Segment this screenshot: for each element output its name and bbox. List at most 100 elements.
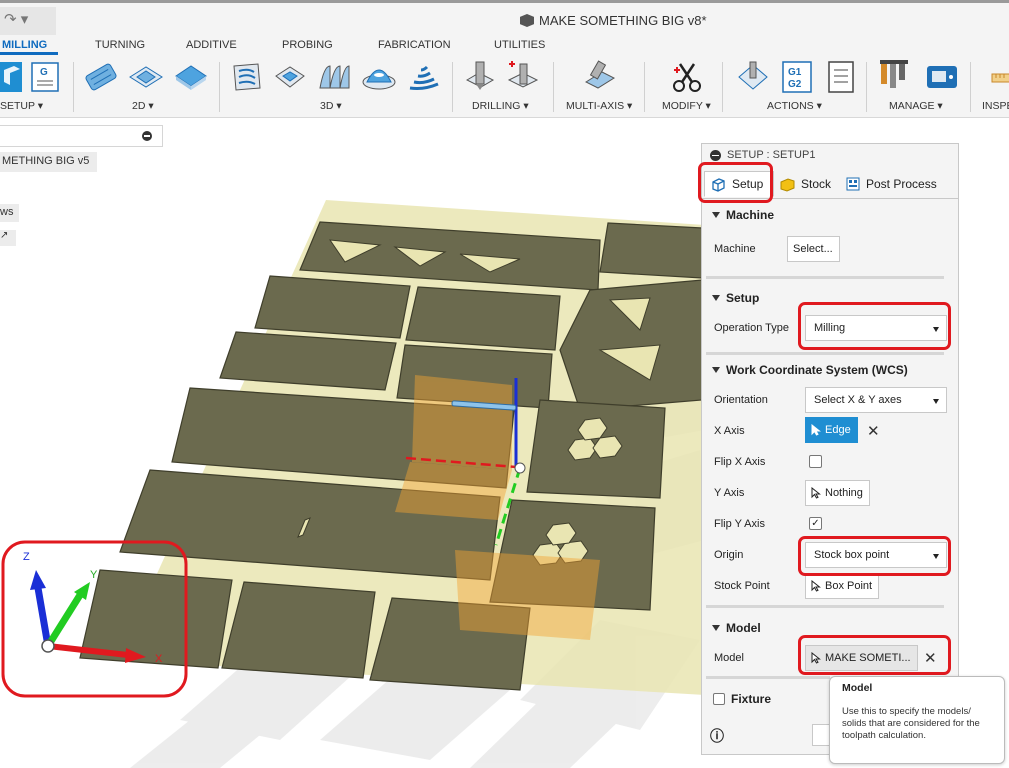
3d-parallel-icon[interactable]	[316, 60, 352, 94]
tab-utilities[interactable]: UTILITIES	[494, 39, 545, 51]
part-panel	[405, 286, 561, 351]
section-divider	[706, 276, 944, 279]
machine-header-text: Machine	[726, 208, 775, 222]
info-icon[interactable]: ⓘ	[710, 726, 724, 746]
svg-text:G2: G2	[788, 79, 802, 90]
fixture-section-header[interactable]: Fixture	[713, 692, 771, 706]
manage-group-label[interactable]: MANAGE ▾	[889, 100, 943, 112]
document-cube-icon	[520, 14, 534, 27]
setup-group-label[interactable]: SETUP ▾	[0, 100, 43, 112]
actions-group-label[interactable]: ACTIONS ▾	[767, 100, 822, 112]
2d-pocket-icon[interactable]	[128, 60, 164, 94]
y-axis-value: Nothing	[825, 487, 863, 499]
model-section-header[interactable]: Model	[712, 621, 761, 635]
tab-turning[interactable]: TURNING	[95, 39, 145, 51]
machine-select-button[interactable]: Select...	[787, 236, 840, 262]
ribbon-separator	[219, 62, 220, 112]
3d-contour-icon[interactable]	[361, 60, 397, 94]
tab-fabrication[interactable]: FABRICATION	[378, 39, 451, 51]
triad-x-label: X	[155, 653, 163, 665]
multi-axis-icon[interactable]	[580, 60, 618, 94]
ribbon-separator	[722, 62, 723, 112]
x-axis-selection-button[interactable]: Edge	[805, 417, 858, 443]
setup-header-text: Setup	[726, 291, 760, 305]
inspect-group-label[interactable]: INSPE	[982, 100, 1009, 112]
2d-group-label[interactable]: 2D ▾	[132, 100, 154, 112]
flip-y-checkbox[interactable]: ✓	[809, 517, 822, 530]
tab-post-process[interactable]: Post Process	[840, 171, 943, 197]
scissors-icon[interactable]	[670, 60, 704, 94]
browser-named-views[interactable]: ws	[0, 204, 20, 222]
ribbon-separator	[866, 62, 867, 112]
orientation-label: Orientation	[714, 394, 768, 406]
machine-section-header[interactable]: Machine	[712, 208, 774, 222]
triad-z-label: Z	[23, 551, 30, 563]
dialog-title-text: SETUP : SETUP1	[727, 149, 816, 161]
multi-axis-group-label[interactable]: MULTI-AXIS ▾	[566, 100, 632, 112]
tab-additive[interactable]: ADDITIVE	[186, 39, 237, 51]
flip-x-checkbox[interactable]	[809, 455, 822, 468]
svg-text:G1: G1	[788, 67, 802, 78]
machine-label: Machine	[714, 243, 756, 255]
tool-library-icon[interactable]	[878, 60, 914, 94]
setup-tab-highlight	[698, 162, 773, 203]
3d-adaptive-icon[interactable]	[230, 60, 264, 94]
stock-point-selection-button[interactable]: Box Point	[805, 573, 880, 599]
origin-highlight	[798, 536, 951, 576]
fixture-checkbox[interactable]	[713, 693, 725, 705]
tab-milling[interactable]: MILLING	[2, 39, 47, 51]
model-tooltip: Model Use this to specify the models/ so…	[829, 676, 1005, 764]
post-process-icon[interactable]: G1 G2	[780, 60, 814, 94]
browser-root-node[interactable]: METHING BIG v5	[0, 152, 98, 172]
operation-type-label: Operation Type	[714, 322, 790, 334]
setup-section-header[interactable]: Setup	[712, 291, 759, 305]
section-divider	[706, 352, 944, 355]
part-panel	[254, 275, 411, 339]
wcs-header-text: Work Coordinate System (WCS)	[726, 363, 908, 377]
face-icon[interactable]	[174, 60, 208, 94]
orientation-value: Select X & Y axes	[814, 394, 902, 406]
part-panel	[221, 581, 376, 679]
quick-access-toolbar[interactable]: ↷ ▾	[0, 7, 56, 35]
tab-post-process-label: Post Process	[866, 177, 937, 191]
hole-recognition-icon[interactable]	[505, 60, 541, 94]
ribbon-separator	[970, 62, 971, 112]
clear-x-axis-icon[interactable]: ✕	[867, 422, 880, 440]
gcode-setup-icon[interactable]: G	[30, 60, 60, 94]
setup-sheet-icon[interactable]	[826, 60, 856, 94]
browser-origin-node[interactable]: ↗	[0, 230, 16, 246]
flip-y-label: Flip Y Axis	[714, 518, 765, 530]
3d-pocket-icon[interactable]	[273, 60, 307, 94]
section-divider	[706, 676, 830, 679]
browser-collapse-icon[interactable]	[142, 131, 152, 141]
section-divider	[706, 605, 944, 608]
canvas-viewport[interactable]: Z Y X	[0, 118, 720, 768]
collapse-dialog-icon[interactable]	[710, 149, 721, 161]
new-setup-icon[interactable]	[0, 60, 24, 94]
collapse-triangle-icon	[712, 625, 720, 631]
wcs-section-header[interactable]: Work Coordinate System (WCS)	[712, 363, 908, 377]
collapse-triangle-icon	[712, 295, 720, 301]
post-process-tab-icon	[846, 177, 860, 191]
drilling-group-label[interactable]: DRILLING ▾	[472, 100, 529, 112]
model-highlight	[798, 635, 951, 675]
orientation-dropdown[interactable]: Select X & Y axes	[805, 387, 947, 413]
simulate-icon[interactable]	[736, 60, 770, 94]
measure-icon[interactable]	[984, 60, 1009, 94]
3d-scallop-icon[interactable]	[406, 60, 442, 94]
tooltip-title: Model	[842, 682, 873, 694]
part-top-right	[599, 222, 703, 279]
active-tab-indicator	[0, 52, 58, 55]
y-axis-selection-button[interactable]: Nothing	[805, 480, 870, 506]
tab-probing[interactable]: PROBING	[282, 39, 333, 51]
browser-header[interactable]	[0, 125, 163, 147]
dialog-title: SETUP : SETUP1	[710, 149, 815, 161]
triad-y-label: Y	[90, 569, 98, 581]
tab-stock[interactable]: Stock	[774, 171, 837, 197]
machine-library-icon[interactable]	[924, 60, 960, 94]
modify-group-label[interactable]: MODIFY ▾	[662, 100, 711, 112]
3d-group-label[interactable]: 3D ▾	[320, 100, 342, 112]
2d-adaptive-icon[interactable]	[84, 60, 118, 94]
drill-icon[interactable]	[463, 60, 497, 94]
x-axis-value: Edge	[825, 424, 851, 436]
